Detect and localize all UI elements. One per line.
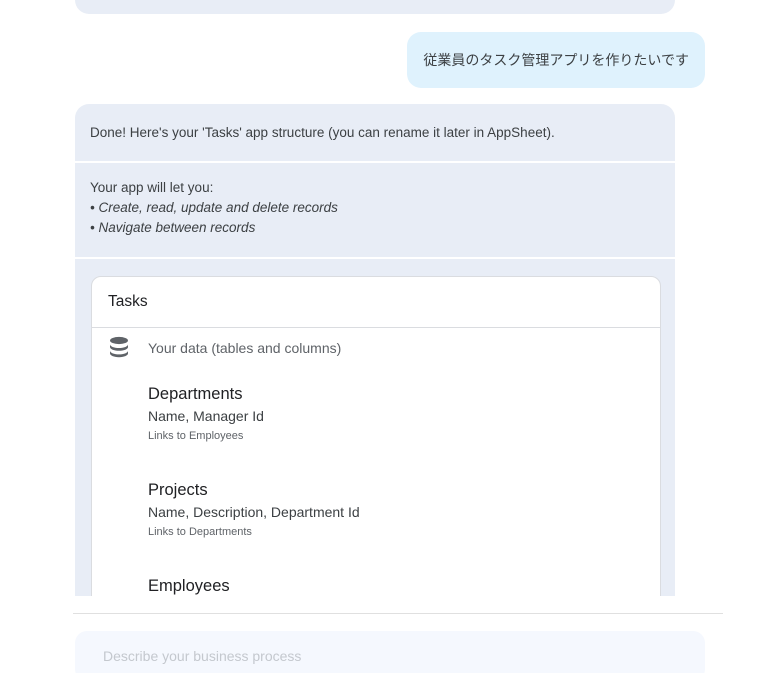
user-message-text: 従業員のタスク管理アプリを作りたいです bbox=[423, 52, 689, 68]
user-message-bubble: 従業員のタスク管理アプリを作りたいです bbox=[407, 32, 705, 88]
table-name: Departments bbox=[148, 385, 243, 403]
composer-divider bbox=[73, 613, 723, 614]
bot-features-message: Your app will let you: • Create, read, u… bbox=[75, 163, 675, 259]
table-name: Employees bbox=[148, 577, 230, 595]
table-columns: Name, Description, Department Id bbox=[148, 504, 360, 520]
features-heading: Your app will let you: bbox=[90, 180, 214, 195]
app-name-text: Tasks bbox=[108, 293, 148, 310]
previous-message-bubble bbox=[75, 0, 675, 14]
bot-intro-text: Done! Here's your 'Tasks' app structure … bbox=[90, 125, 555, 140]
chat-history[interactable]: 従業員のタスク管理アプリを作りたいです Done! Here's your 'T… bbox=[0, 0, 782, 596]
table-employees: Employees bbox=[148, 576, 660, 596]
feature-item-crud: • Create, read, update and delete record… bbox=[90, 200, 338, 215]
chat-page: 従業員のタスク管理アプリを作りたいです Done! Here's your 'T… bbox=[0, 0, 782, 673]
database-icon bbox=[110, 336, 128, 358]
tables-list: Departments Name, Manager Id Links to Em… bbox=[92, 368, 660, 596]
feature-item-navigate: • Navigate between records bbox=[90, 220, 256, 235]
table-columns: Name, Manager Id bbox=[148, 408, 264, 424]
business-process-input[interactable] bbox=[75, 631, 705, 673]
bot-response-card: Done! Here's your 'Tasks' app structure … bbox=[75, 104, 675, 596]
bot-intro-message: Done! Here's your 'Tasks' app structure … bbox=[75, 104, 675, 163]
data-section-header: Your data (tables and columns) bbox=[92, 328, 660, 368]
app-structure-panel: Tasks Your data (tables and columns) Dep… bbox=[91, 276, 661, 596]
app-name-title: Tasks bbox=[92, 277, 660, 328]
table-projects: Projects Name, Description, Department I… bbox=[148, 480, 660, 576]
data-section-label: Your data (tables and columns) bbox=[148, 340, 342, 356]
table-links: Links to Departments bbox=[148, 526, 252, 538]
table-name: Projects bbox=[148, 481, 208, 499]
table-departments: Departments Name, Manager Id Links to Em… bbox=[148, 384, 660, 480]
table-links: Links to Employees bbox=[148, 430, 244, 442]
